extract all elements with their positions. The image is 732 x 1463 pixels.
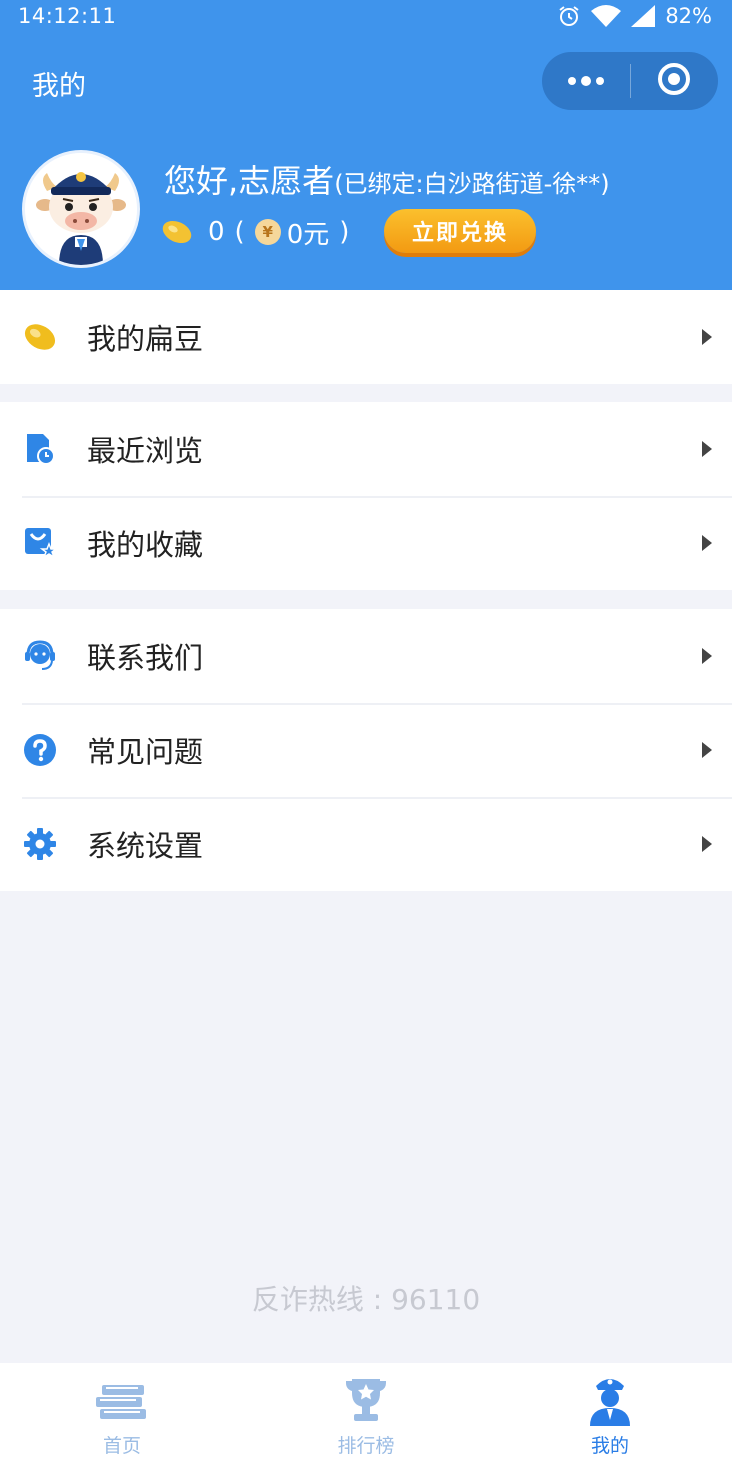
greeting-name: 您好,志愿者: [164, 162, 335, 200]
chevron-right-icon: [702, 441, 712, 457]
tab-label: 首页: [102, 1435, 141, 1457]
books-icon: [94, 1373, 150, 1427]
yen-icon: ¥: [254, 219, 281, 245]
tab-bar: 首页 排行榜 我的: [0, 1363, 732, 1463]
tab-label: 我的: [590, 1435, 629, 1457]
close-miniprogram-icon: [656, 61, 692, 101]
status-time: 14:12:11: [18, 4, 117, 28]
menu-item-contact-us[interactable]: 联系我们: [0, 609, 732, 703]
menu-item-settings[interactable]: 系统设置: [0, 797, 732, 891]
mascot-cow-police-icon: [25, 153, 137, 265]
menu-group-support: 联系我们 常见问题 系统设置: [0, 609, 732, 891]
menu-label: 最近浏览: [87, 434, 204, 468]
profile-header: 14:12:11 82% 我的 您好,志愿者(已绑定:白沙路街道-徐**) 0 …: [0, 0, 732, 290]
status-icons: 82%: [557, 3, 712, 29]
menu-item-my-beans[interactable]: 我的扁豆: [0, 290, 732, 384]
menu-label: 我的扁豆: [87, 322, 204, 356]
greeting-text: 您好,志愿者(已绑定:白沙路街道-徐**): [164, 156, 610, 202]
menu-label: 系统设置: [87, 829, 204, 863]
bean-icon: [22, 319, 58, 355]
avatar[interactable]: [22, 150, 140, 268]
tab-label: 排行榜: [337, 1435, 395, 1457]
headset-icon: [22, 638, 58, 674]
alarm-icon: [557, 4, 581, 28]
tab-mine[interactable]: 我的: [488, 1363, 732, 1463]
anti-fraud-hotline: 反诈热线 : 96110: [251, 1283, 481, 1316]
menu-label: 联系我们: [87, 641, 204, 675]
menu-item-favorites[interactable]: 我的收藏: [0, 496, 732, 590]
menu-label: 我的收藏: [87, 528, 204, 562]
close-miniprogram-button[interactable]: [631, 52, 719, 110]
battery-level: 82%: [665, 4, 712, 28]
chevron-right-icon: [702, 648, 712, 664]
menu-label: 常见问题: [87, 735, 204, 769]
chevron-right-icon: [702, 329, 712, 345]
police-icon: [582, 1373, 638, 1427]
recent-browse-icon: [22, 431, 58, 467]
status-bar: 14:12:11 82%: [0, 0, 732, 32]
menu-item-faq[interactable]: 常见问题: [0, 703, 732, 797]
more-icon: [566, 72, 606, 91]
wifi-icon: [591, 5, 622, 27]
bean-count: 0: [208, 217, 225, 247]
bound-info: (已绑定:白沙路街道-徐**): [334, 170, 610, 198]
gear-icon: [22, 826, 58, 862]
bean-icon: [160, 218, 194, 246]
paren-open: (: [234, 217, 245, 247]
paren-close: ): [339, 217, 350, 247]
chevron-right-icon: [702, 742, 712, 758]
more-button[interactable]: [542, 52, 630, 110]
trophy-icon: [338, 1373, 394, 1427]
menu-item-recent-browse[interactable]: 最近浏览: [0, 402, 732, 496]
chevron-right-icon: [702, 836, 712, 852]
chevron-right-icon: [702, 535, 712, 551]
tab-ranking[interactable]: 排行榜: [244, 1363, 488, 1463]
tab-home[interactable]: 首页: [0, 1363, 244, 1463]
balance-row: 0 ( ¥ 0元 ): [160, 210, 359, 254]
miniprogram-capsule: [542, 52, 718, 110]
money-amount: 0元: [286, 219, 330, 250]
page-title: 我的: [32, 71, 86, 102]
signal-icon: [631, 5, 656, 27]
favorites-icon: [22, 525, 58, 561]
question-icon: [22, 732, 58, 768]
menu-group-beans: 我的扁豆: [0, 290, 732, 384]
menu-group-history: 最近浏览 我的收藏: [0, 402, 732, 590]
exchange-button[interactable]: 立即兑换: [384, 209, 536, 253]
